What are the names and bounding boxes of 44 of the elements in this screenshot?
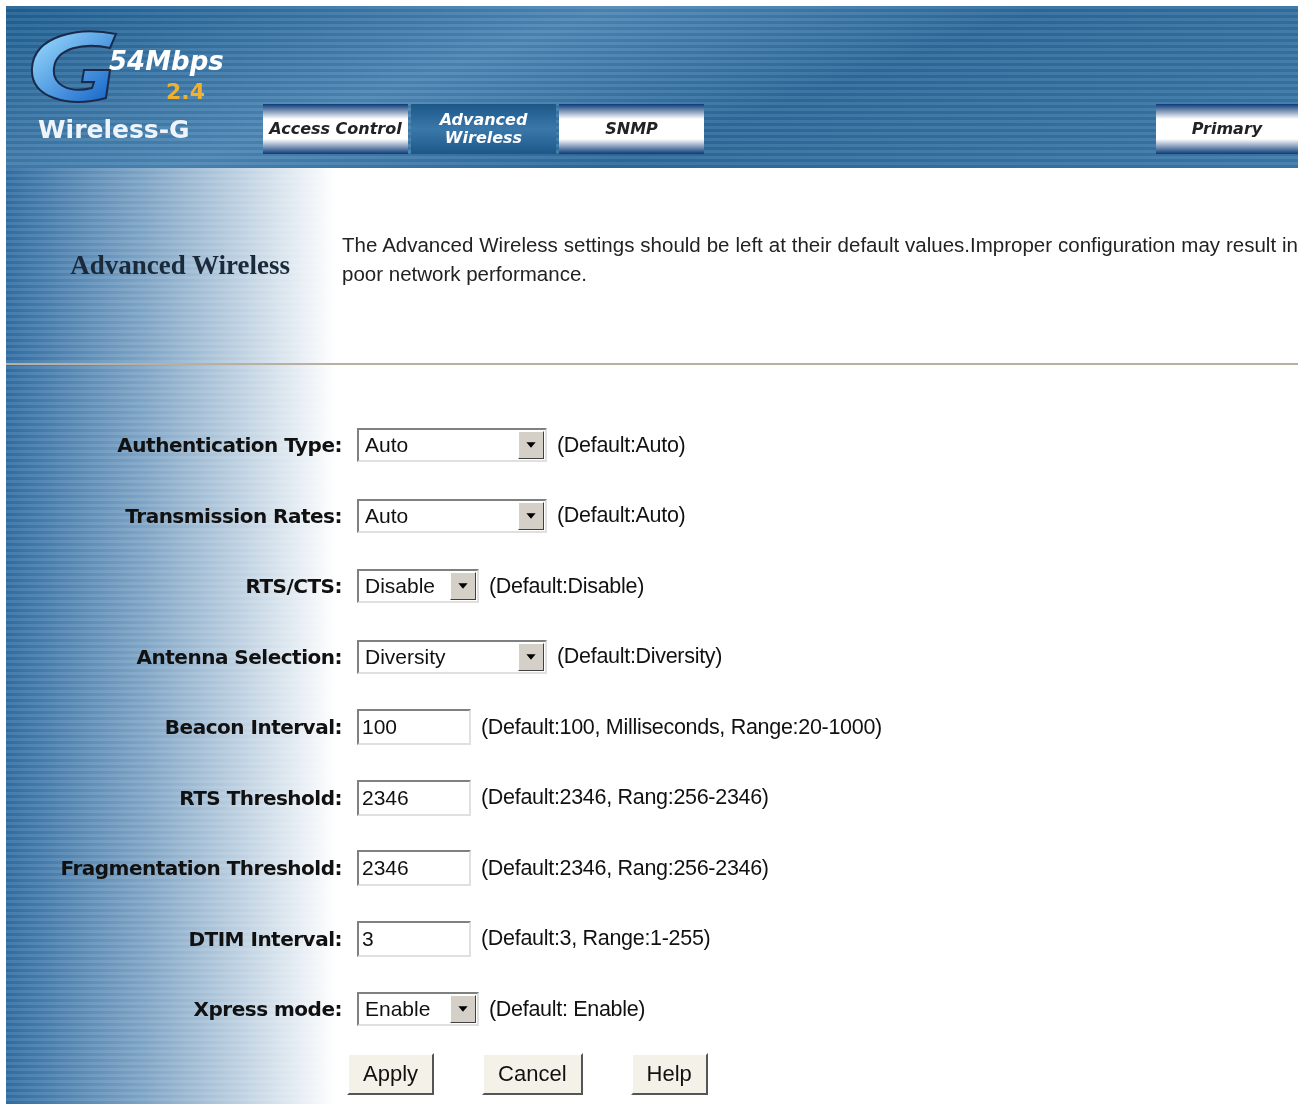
- dropdown[interactable]: Disable: [357, 569, 479, 604]
- default-note: (Default:100, Milliseconds, Range:20-1000): [481, 714, 882, 740]
- input-field[interactable]: 100: [357, 709, 471, 746]
- dropdown[interactable]: Auto: [357, 498, 547, 533]
- default-note: (Default:2346, Rang:256-2346): [481, 785, 769, 811]
- nav-tab[interactable]: SNMP: [559, 104, 704, 154]
- caret-icon: [450, 572, 476, 601]
- caret-icon: [518, 431, 544, 460]
- default-note: (Default:2346, Rang:256-2346): [481, 855, 769, 881]
- form-button[interactable]: Apply: [347, 1052, 435, 1095]
- logo-version-label: 2.4: [166, 79, 205, 104]
- default-note: (Default:Auto): [557, 503, 686, 529]
- nav-tab[interactable]: Primary: [1156, 104, 1298, 154]
- logo-product-name: Wireless-G: [37, 114, 191, 144]
- field-label: Xpress mode:: [192, 997, 342, 1022]
- field-label: RTS/CTS:: [244, 574, 342, 599]
- section-title: Advanced Wireless: [69, 250, 291, 281]
- field-label: Beacon Interval:: [163, 715, 342, 740]
- dropdown[interactable]: Enable: [357, 992, 479, 1027]
- input-field[interactable]: 2346: [357, 779, 471, 816]
- field-label: Authentication Type:: [116, 433, 342, 458]
- section-description: The Advanced Wireless settings should be left at their default values.Improper configuration may result in poor network performance.: [342, 231, 1298, 287]
- default-note: (Default:3, Range:1-255): [481, 926, 711, 952]
- field-label: Antenna Selection:: [135, 644, 342, 669]
- form-button[interactable]: Cancel: [482, 1052, 583, 1095]
- field-label: Transmission Rates:: [124, 503, 342, 528]
- default-note: (Default:Auto): [557, 432, 686, 458]
- input-field[interactable]: 2346: [357, 850, 471, 887]
- default-note: (Default: Enable): [489, 996, 646, 1022]
- logo-speed-label: 54Mbps: [109, 46, 224, 76]
- default-note: (Default:Disable): [489, 573, 645, 599]
- dropdown[interactable]: Diversity: [357, 639, 547, 674]
- form-button[interactable]: Help: [630, 1052, 708, 1095]
- default-note: (Default:Diversity): [557, 644, 723, 670]
- dropdown[interactable]: Auto: [357, 428, 547, 463]
- field-label: RTS Threshold:: [178, 785, 342, 810]
- nav-tab[interactable]: Advanced Wireless: [411, 104, 556, 154]
- field-label: Fragmentation Threshold:: [59, 856, 342, 881]
- nav-tab[interactable]: Access Control: [263, 104, 408, 154]
- input-field[interactable]: 3: [357, 920, 471, 957]
- caret-icon: [518, 501, 544, 530]
- caret-icon: [518, 642, 544, 671]
- caret-icon: [450, 995, 476, 1024]
- field-label: DTIM Interval:: [187, 926, 342, 951]
